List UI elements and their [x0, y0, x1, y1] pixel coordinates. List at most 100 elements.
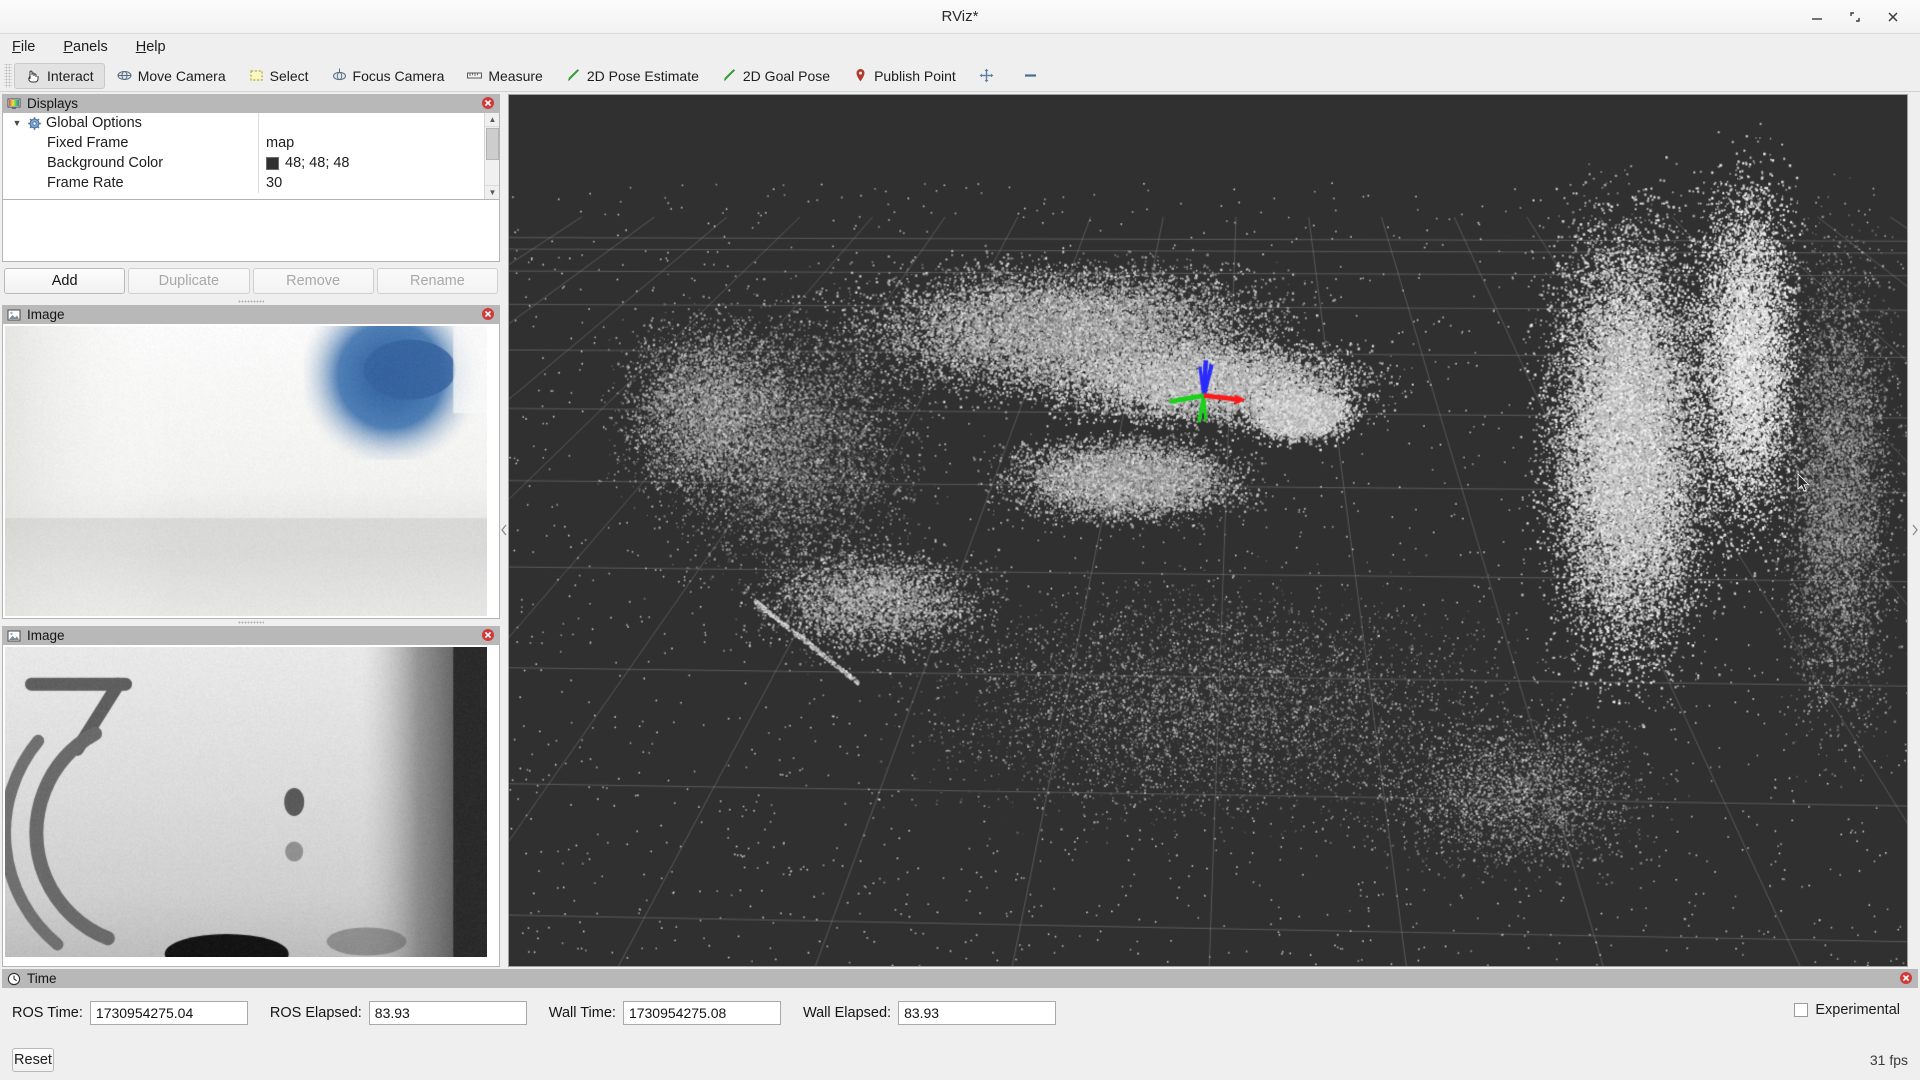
toolbar: Interact Move Camera Select Focus Camera…	[0, 60, 1920, 92]
collapse-left-arrow-icon[interactable]	[500, 523, 508, 537]
3d-render-view[interactable]	[508, 94, 1908, 967]
image-panel-2-title-bar[interactable]: Image	[2, 626, 500, 645]
wall-elapsed-input[interactable]: 83.93	[898, 1001, 1057, 1025]
add-button[interactable]: Add	[4, 268, 126, 294]
displays-panel-close-icon[interactable]	[481, 96, 495, 110]
interact-hand-icon	[25, 67, 42, 84]
tree-row-global-options[interactable]: ▼ Global Options	[3, 113, 499, 133]
displays-tree[interactable]: ▼ Global Options Fixed Frame map Backgro…	[3, 113, 499, 199]
fixed-frame-value: map	[266, 135, 295, 151]
tool-focus-camera[interactable]: Focus Camera	[320, 63, 456, 89]
clock-icon	[7, 972, 21, 986]
image-panel-2-title: Image	[27, 628, 65, 643]
tool-interact-label: Interact	[47, 67, 94, 84]
tool-interact[interactable]: Interact	[14, 62, 105, 89]
collapse-right-arrow-icon[interactable]	[1911, 523, 1919, 537]
left-dock-column: Displays ▼ Global Options Fixed Frame ma…	[0, 92, 500, 967]
dash-tool-icon	[1022, 67, 1039, 84]
menu-help[interactable]: Help	[133, 37, 169, 57]
image-panel-1-canvas-wrap[interactable]	[5, 326, 497, 616]
tool-2d-pose-estimate[interactable]: 2D Pose Estimate	[554, 63, 710, 89]
scroll-up-icon[interactable]: ▲	[485, 113, 499, 127]
tool-dash[interactable]	[1011, 63, 1055, 89]
ros-time-input[interactable]: 1730954275.04	[89, 1001, 248, 1025]
tree-label-frame-rate: Frame Rate	[47, 175, 124, 191]
ros-elapsed-label: ROS Elapsed:	[269, 1005, 362, 1021]
displays-panel-title-bar[interactable]: Displays	[2, 94, 500, 113]
image-panel-2-canvas-wrap[interactable]	[5, 647, 497, 964]
displays-icon	[7, 97, 21, 111]
tool-move-camera[interactable]: Move Camera	[105, 63, 237, 89]
tree-value-fixed-frame[interactable]: map	[258, 133, 499, 153]
experimental-checkbox[interactable]	[1794, 1003, 1809, 1017]
displays-tree-container: ▼ Global Options Fixed Frame map Backgro…	[2, 113, 500, 200]
time-panel-body: ROS Time: 1730954275.04 ROS Elapsed: 83.…	[2, 988, 1918, 1080]
right-splitter[interactable]	[1910, 92, 1920, 967]
menu-file[interactable]: File	[9, 37, 38, 57]
display-description-box	[2, 200, 500, 262]
maximize-button[interactable]	[1846, 8, 1864, 26]
displays-button-row: Add Duplicate Remove Rename	[2, 262, 500, 298]
time-panel: Time ROS Time: 1730954275.04 ROS Elapsed…	[0, 967, 1920, 1080]
wall-elapsed-label: Wall Elapsed:	[802, 1005, 892, 1021]
wall-time-input[interactable]: 1730954275.08	[622, 1001, 781, 1025]
title-bar: RViz*	[0, 0, 1920, 34]
image-panel-1-close-icon[interactable]	[481, 307, 495, 321]
background-color-value: 48; 48; 48	[285, 155, 350, 171]
displays-tree-scrollbar[interactable]: ▲ ▼	[484, 113, 499, 199]
time-panel-title-bar[interactable]: Time	[2, 969, 1918, 988]
image-icon	[7, 308, 21, 322]
tree-row-fixed-frame[interactable]: Fixed Frame map	[3, 133, 499, 153]
tree-key-background-color: Background Color	[3, 155, 258, 171]
tree-value-global-options	[258, 113, 499, 133]
experimental-toggle[interactable]: Experimental	[1794, 1002, 1900, 1018]
toolbar-drag-handle[interactable]	[4, 63, 12, 88]
measure-ruler-icon	[466, 67, 483, 84]
tool-measure[interactable]: Measure	[455, 63, 553, 89]
tree-key-global-options: ▼ Global Options	[3, 115, 258, 131]
remove-button[interactable]: Remove	[252, 268, 374, 294]
close-button[interactable]	[1884, 8, 1902, 26]
tool-publish-point[interactable]: Publish Point	[841, 63, 967, 89]
move-camera-icon	[116, 67, 133, 84]
time-panel-close-icon[interactable]	[1899, 971, 1913, 985]
window-title: RViz*	[941, 8, 979, 25]
select-rect-icon	[248, 67, 265, 84]
image-panel-2: Image	[2, 626, 500, 967]
tool-2d-pose-estimate-label: 2D Pose Estimate	[586, 67, 699, 84]
ros-time-label: ROS Time:	[12, 1005, 83, 1021]
scrollbar-thumb[interactable]	[486, 128, 499, 160]
main-area: Displays ▼ Global Options Fixed Frame ma…	[0, 92, 1920, 967]
tool-2d-goal-pose[interactable]: 2D Goal Pose	[710, 63, 841, 89]
chevron-down-icon[interactable]: ▼	[11, 118, 23, 128]
rviz-window: RViz* File Panels Help Interact Move Cam…	[0, 0, 1920, 1080]
tree-row-background-color[interactable]: Background Color 48; 48; 48	[3, 153, 499, 173]
image-panel-1-body	[2, 324, 500, 619]
dock-resize-handle-1[interactable]	[2, 298, 500, 305]
dock-resize-handle-2[interactable]	[2, 619, 500, 626]
tool-publish-point-label: Publish Point	[874, 67, 956, 84]
map-pin-icon	[852, 67, 869, 84]
menu-bar: File Panels Help	[0, 34, 1920, 60]
tree-key-fixed-frame: Fixed Frame	[3, 135, 258, 151]
duplicate-button[interactable]: Duplicate	[128, 268, 250, 294]
focus-camera-icon	[331, 67, 348, 84]
minimize-button[interactable]	[1808, 8, 1826, 26]
reset-button[interactable]: Reset	[12, 1048, 54, 1072]
move-cross-icon	[978, 67, 995, 84]
image-panel-1-title-bar[interactable]: Image	[2, 305, 500, 324]
tool-select[interactable]: Select	[237, 63, 320, 89]
wall-time-label: Wall Time:	[548, 1005, 616, 1021]
scroll-down-icon[interactable]: ▼	[485, 185, 499, 199]
tool-move-cross[interactable]	[967, 63, 1011, 89]
tree-value-frame-rate[interactable]: 30	[258, 173, 499, 193]
ros-elapsed-input[interactable]: 83.93	[368, 1001, 527, 1025]
tree-value-background-color[interactable]: 48; 48; 48	[258, 153, 499, 173]
tree-key-frame-rate: Frame Rate	[3, 175, 258, 191]
tree-row-frame-rate[interactable]: Frame Rate 30	[3, 173, 499, 193]
rename-button[interactable]: Rename	[376, 268, 498, 294]
image-panel-2-canvas	[5, 647, 487, 957]
menu-panels[interactable]: Panels	[60, 37, 110, 57]
image-panel-2-close-icon[interactable]	[481, 628, 495, 642]
vertical-splitter[interactable]	[500, 92, 508, 967]
